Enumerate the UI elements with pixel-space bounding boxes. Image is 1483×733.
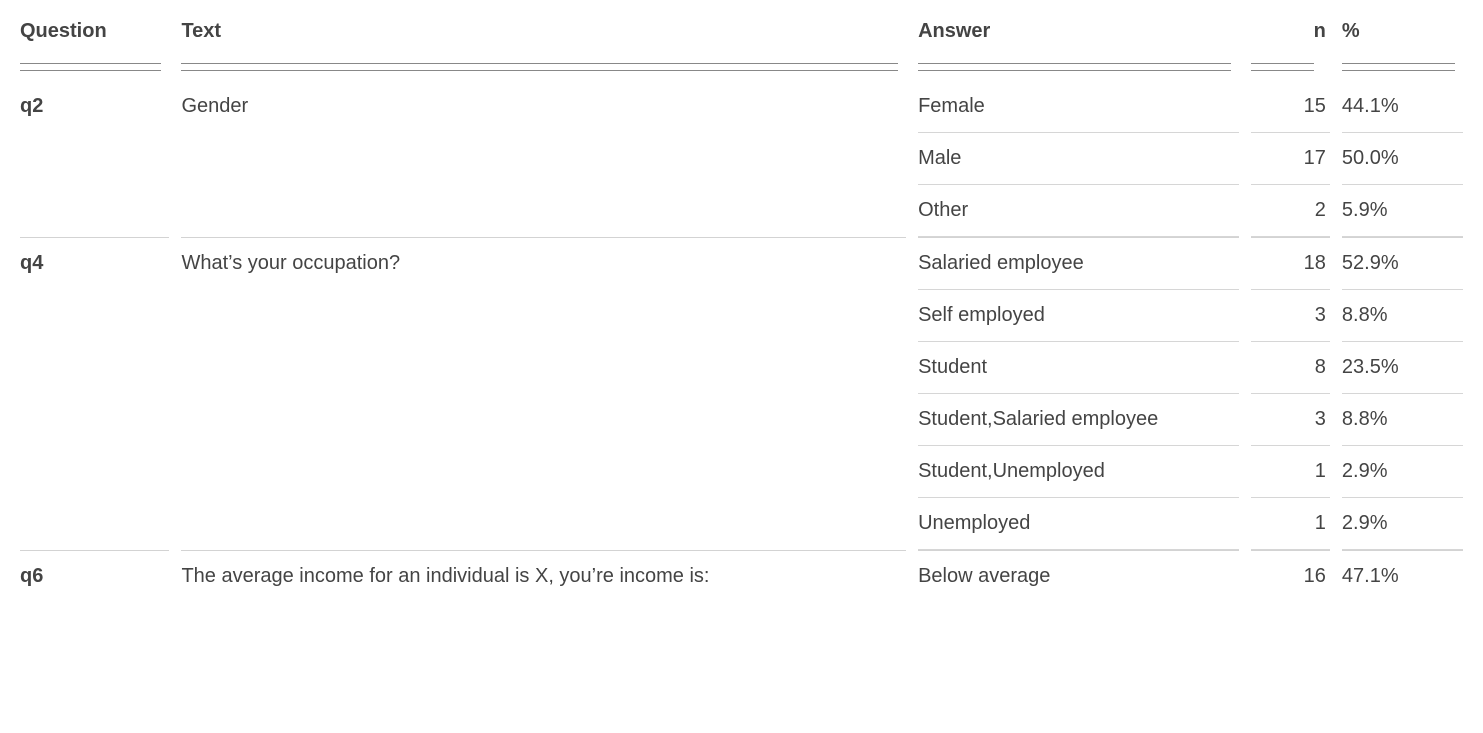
- answer-pct: 23.5%: [1342, 342, 1463, 394]
- answer-n: 18: [1251, 237, 1330, 290]
- answer-n: 2: [1251, 185, 1330, 237]
- col-answer-label: Answer: [918, 20, 990, 42]
- answer-pct: 2.9%: [1342, 446, 1463, 498]
- col-n: n: [1251, 10, 1342, 53]
- col-n-label: n: [1314, 20, 1326, 42]
- answer-n: 16: [1251, 550, 1330, 602]
- answer-label: Salaried employee: [918, 237, 1239, 290]
- answer-pct: 5.9%: [1342, 185, 1463, 237]
- survey-table: Question Text Answer n % q2 Gender Femal…: [20, 10, 1463, 602]
- table-row: q2 Gender Female 15 44.1%: [20, 81, 1463, 133]
- question-text: What’s your occupation?: [181, 237, 906, 289]
- table-row: q4 What’s your occupation? Salaried empl…: [20, 237, 1463, 290]
- question-id: q6: [20, 550, 169, 602]
- col-question: Question: [20, 10, 181, 53]
- table-header-row: Question Text Answer n %: [20, 10, 1463, 53]
- col-text: Text: [181, 10, 918, 53]
- answer-n: 3: [1251, 290, 1330, 342]
- answer-n: 17: [1251, 133, 1330, 185]
- question-id: q2: [20, 81, 169, 132]
- answer-pct: 50.0%: [1342, 133, 1463, 185]
- answer-pct: 44.1%: [1342, 81, 1463, 133]
- table-row: q6 The average income for an individual …: [20, 550, 1463, 602]
- answer-n: 15: [1251, 81, 1330, 133]
- answer-pct: 47.1%: [1342, 550, 1463, 602]
- answer-pct: 8.8%: [1342, 290, 1463, 342]
- answer-label: Unemployed: [918, 498, 1239, 550]
- answer-label: Student: [918, 342, 1239, 394]
- col-answer: Answer: [918, 10, 1251, 53]
- answer-pct: 52.9%: [1342, 237, 1463, 290]
- answer-label: Male: [918, 133, 1239, 185]
- question-id: q4: [20, 237, 169, 289]
- answer-n: 1: [1251, 446, 1330, 498]
- col-pct: %: [1342, 10, 1463, 53]
- answer-n: 8: [1251, 342, 1330, 394]
- answer-n: 3: [1251, 394, 1330, 446]
- table-body: q2 Gender Female 15 44.1% Male 17 50.0% …: [20, 81, 1463, 602]
- answer-label: Student,Salaried employee: [918, 394, 1239, 446]
- question-text: Gender: [181, 81, 906, 132]
- answer-pct: 8.8%: [1342, 394, 1463, 446]
- answer-n: 1: [1251, 498, 1330, 550]
- answer-label: Other: [918, 185, 1239, 237]
- answer-label: Female: [918, 81, 1239, 133]
- answer-label: Student,Unemployed: [918, 446, 1239, 498]
- col-question-label: Question: [20, 20, 107, 42]
- answer-pct: 2.9%: [1342, 498, 1463, 550]
- col-pct-label: %: [1342, 20, 1360, 42]
- answer-label: Below average: [918, 550, 1239, 602]
- question-text: The average income for an individual is …: [181, 550, 906, 602]
- answer-label: Self employed: [918, 290, 1239, 342]
- col-text-label: Text: [181, 20, 221, 42]
